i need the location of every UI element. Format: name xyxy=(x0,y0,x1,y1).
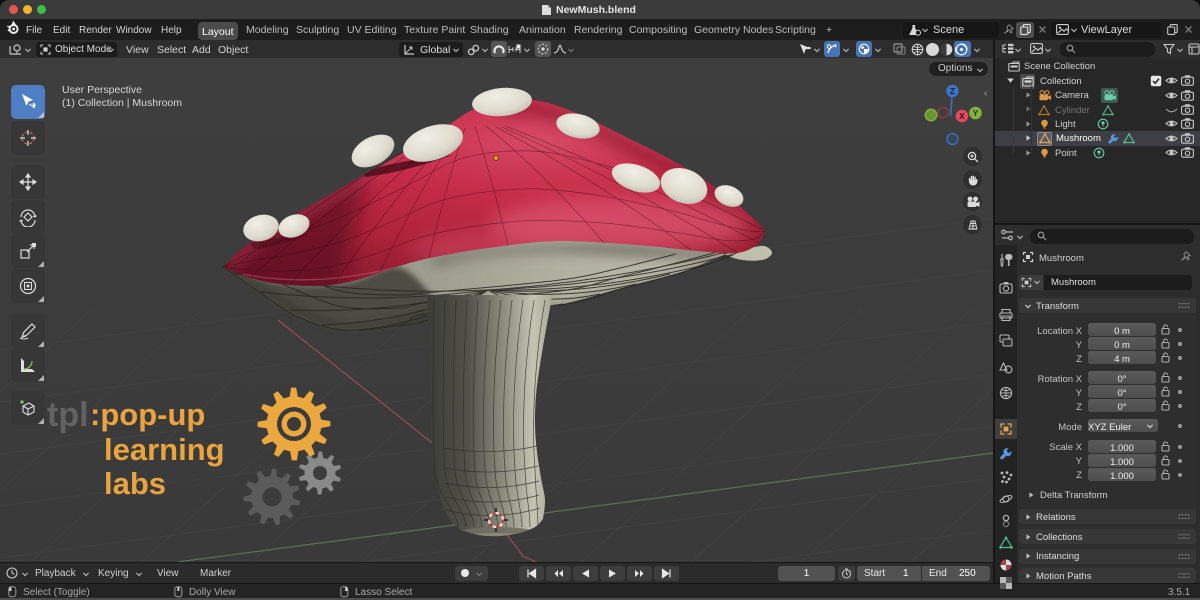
svg-text:Y: Y xyxy=(973,108,979,118)
svg-text:X: X xyxy=(959,111,965,121)
svg-text:Z: Z xyxy=(950,86,955,96)
